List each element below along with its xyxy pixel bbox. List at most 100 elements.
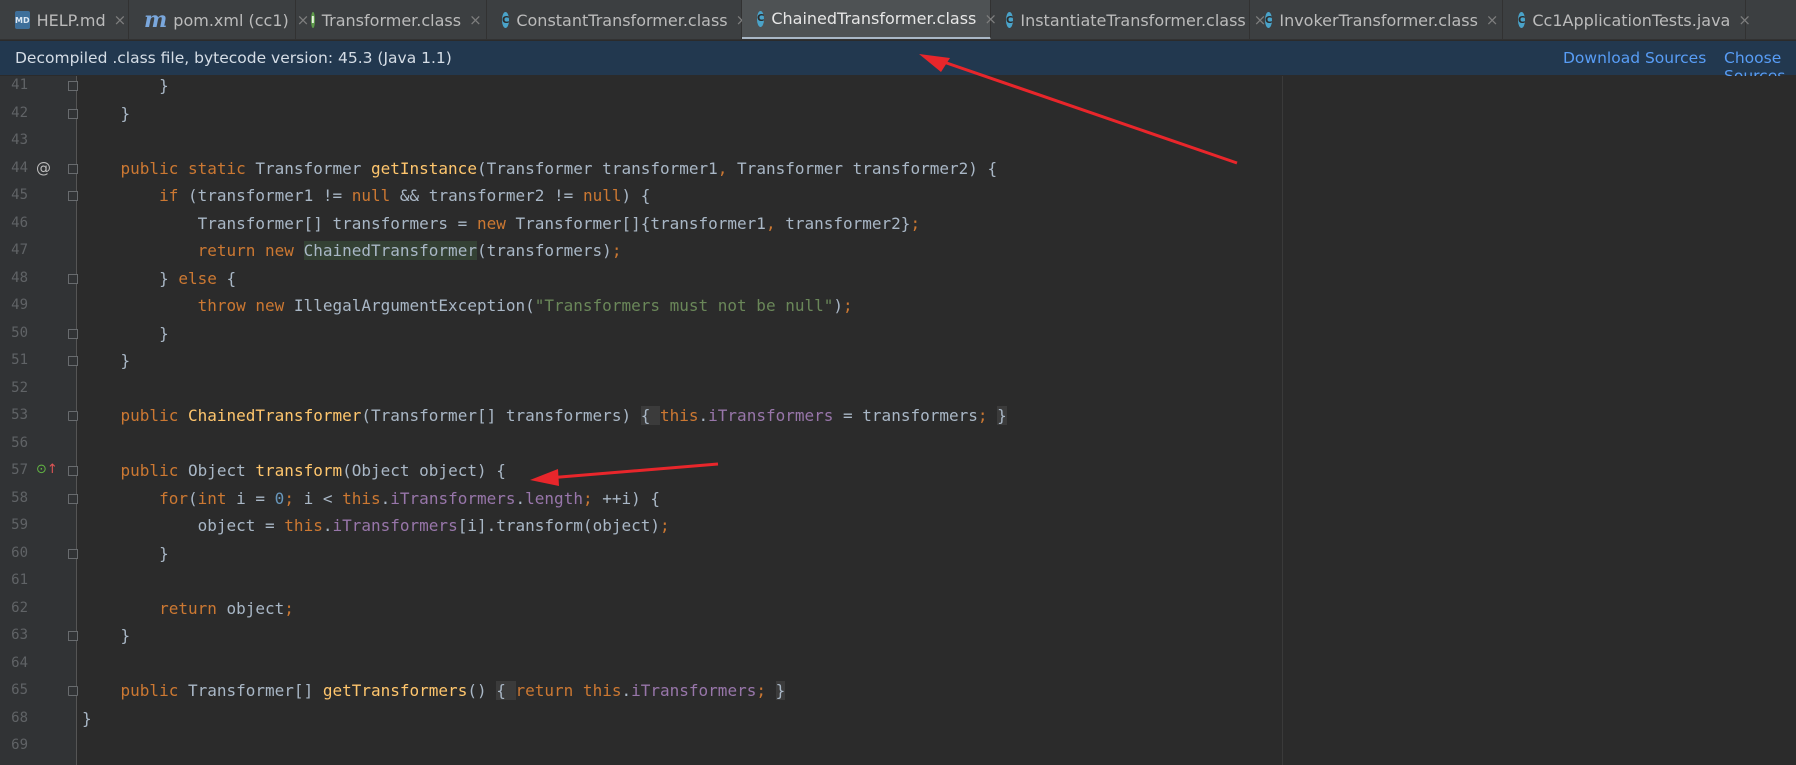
code-token: . — [698, 406, 709, 425]
class-file-icon: C — [502, 12, 510, 28]
code-token: , — [717, 158, 738, 178]
code-text: Transformer[] transformers = new Transfo… — [82, 210, 920, 237]
code-text: public Transformer[] getTransformers() {… — [82, 677, 786, 704]
line-number: 60 — [11, 544, 28, 561]
line-number: 47 — [11, 242, 28, 258]
maven-file-icon: m — [144, 7, 168, 33]
editor-tab-bar: MD HELP.md × m pom.xml (cc1) × I Transformer.cl… — [0, 0, 1796, 40]
code-token: } — [775, 681, 786, 700]
override-marker-icon[interactable]: @ — [36, 159, 51, 177]
code-text: if (transformer1 != null && transformer2… — [82, 182, 650, 209]
line-number: 56 — [11, 434, 28, 451]
code-token: for — [159, 488, 188, 508]
code-token: ; — [660, 516, 670, 535]
code-text: object = this.iTransformers[i].transform… — [82, 512, 670, 539]
fold-toggle-icon[interactable] — [68, 686, 78, 696]
close-tab-icon[interactable]: × — [114, 11, 127, 29]
fold-toggle-icon[interactable] — [68, 356, 78, 366]
code-token: } — [82, 323, 169, 343]
code-line: 60 } — [0, 540, 1282, 567]
code-token: [i].transform(object) — [457, 516, 660, 535]
code-line: 41 } — [0, 76, 1282, 99]
code-text: } — [82, 705, 92, 732]
code-token: Transformer[] transformers = — [82, 213, 477, 233]
interface-file-icon: I — [311, 12, 315, 28]
code-token: getTransformers — [322, 681, 468, 700]
code-token: this — [659, 406, 699, 425]
fold-toggle-icon[interactable] — [68, 191, 78, 201]
tab-invokertransformer-class[interactable]: C InvokerTransformer.class × — [1250, 0, 1503, 39]
tab-instantiatetransformer-class[interactable]: C InstantiateTransformer.class × — [991, 0, 1266, 39]
code-token: throw new — [197, 296, 294, 315]
tab-help-md[interactable]: MD HELP.md × — [0, 0, 129, 39]
code-token: (transformer1 != — [187, 186, 352, 205]
code-line: 59 object = this.iTransformers[i].transf… — [0, 512, 1282, 539]
fold-toggle-icon[interactable] — [68, 328, 78, 339]
code-token: iTransformers — [390, 488, 516, 508]
tab-label: pom.xml (cc1) — [173, 10, 289, 30]
fold-toggle-icon[interactable] — [68, 631, 78, 641]
tab-constanttransformer-class[interactable]: CConstantTransformer.class× — [487, 0, 748, 39]
tab-label: InstantiateTransformer.class — [1020, 10, 1246, 30]
code-token: if — [159, 186, 188, 205]
line-number: 62 — [11, 599, 28, 616]
class-file-icon: C — [1006, 12, 1014, 28]
code-token: ; — [284, 488, 304, 508]
fold-toggle-icon[interactable] — [68, 108, 78, 119]
close-tab-icon[interactable]: × — [469, 11, 482, 29]
close-tab-icon[interactable]: × — [1486, 11, 1499, 29]
implements-circle-icon: ⊙ — [36, 462, 47, 477]
code-line: 68} — [0, 705, 1282, 732]
fold-toggle-icon[interactable] — [68, 466, 78, 476]
tab-pom-xml-cc1[interactable]: m pom.xml (cc1) × — [129, 0, 309, 39]
code-token: transformer2} — [785, 213, 911, 233]
download-sources-link[interactable]: Download Sources — [1563, 49, 1706, 67]
code-token: . — [515, 488, 526, 508]
code-token: } — [82, 708, 92, 728]
code-token: Object — [187, 461, 256, 480]
code-token: ; — [756, 681, 776, 700]
tab-cc1applicationtests-java[interactable]: C Cc1ApplicationTests.java × — [1503, 0, 1751, 39]
code-token: i < — [303, 488, 343, 508]
line-number: 64 — [11, 654, 28, 671]
code-token: public — [120, 406, 188, 425]
tab-chainedtransformer-class[interactable]: C ChainedTransformer.class × — [742, 0, 997, 39]
fold-toggle-icon[interactable] — [68, 163, 78, 174]
code-token: Transformer[] — [187, 681, 323, 700]
fold-toggle-icon[interactable] — [68, 411, 78, 421]
line-number: 46 — [11, 214, 28, 231]
code-text: } — [82, 320, 169, 347]
line-number: 45 — [11, 187, 28, 203]
code-token: ; — [843, 296, 853, 315]
code-token: ; — [977, 406, 998, 425]
close-tab-icon[interactable]: × — [1738, 11, 1751, 29]
implements-marker-icon[interactable]: ⊙↑ — [36, 461, 58, 479]
line-number: 65 — [11, 682, 28, 698]
code-token: object = — [82, 516, 285, 535]
fold-toggle-icon[interactable] — [68, 493, 78, 504]
code-line: 49 throw new IllegalArgumentException("T… — [0, 292, 1282, 319]
code-token: null — [582, 186, 622, 205]
tab-transformer-class[interactable]: I Transformer.class × — [296, 0, 487, 39]
fold-toggle-icon[interactable] — [68, 273, 78, 284]
code-line: 47 return new ChainedTransformer(transfo… — [0, 237, 1282, 264]
code-token: , — [765, 213, 786, 233]
class-file-icon: C — [757, 10, 765, 27]
code-line: 42 } — [0, 100, 1282, 127]
code-token: Transformer — [255, 158, 371, 178]
code-line: 57 ⊙↑ public Object transform(Object obje… — [0, 457, 1282, 484]
code-text: public Object transform(Object object) { — [82, 457, 506, 484]
tab-label: Cc1ApplicationTests.java — [1532, 10, 1731, 30]
code-line: 63 } — [0, 622, 1282, 649]
code-token: getInstance — [370, 158, 477, 178]
code-token: length — [525, 488, 583, 508]
line-number: 44 — [11, 159, 28, 176]
code-token: iTransformers — [708, 406, 834, 425]
fold-toggle-icon[interactable] — [68, 81, 78, 91]
code-token: ; — [582, 488, 603, 508]
code-editor[interactable]: 41 } 42 } 43 44 @ public static Transformer … — [0, 76, 1796, 765]
code-line: 53 public ChainedTransformer(Transformer… — [0, 402, 1282, 429]
fold-toggle-icon[interactable] — [68, 548, 78, 559]
